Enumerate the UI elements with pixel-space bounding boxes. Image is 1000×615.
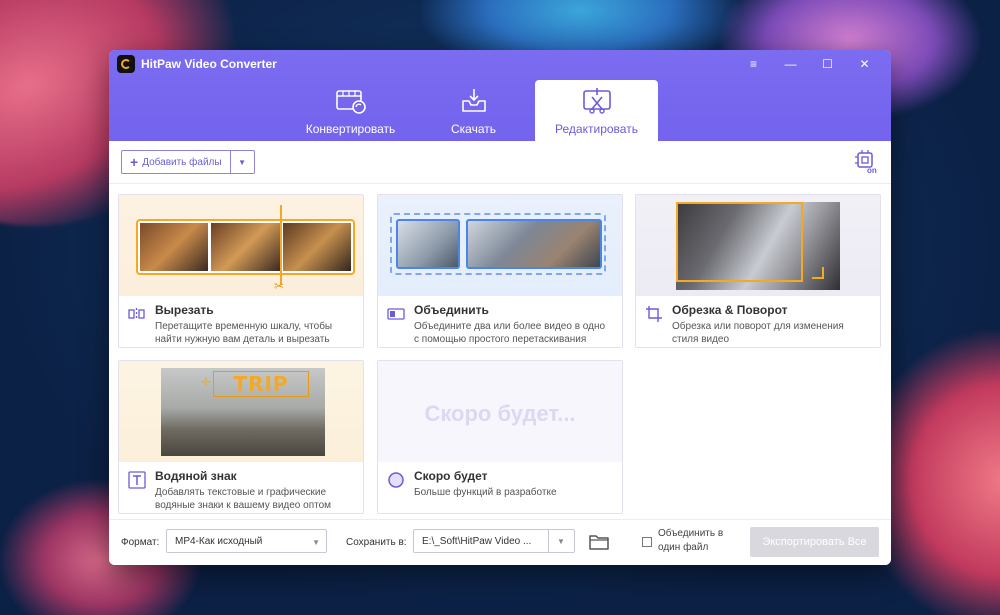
card-description: Объедините два или более видео в одно с …: [414, 320, 612, 346]
save-path-select[interactable]: E:\_Soft\HitPaw Video ... ▼: [413, 529, 575, 553]
desc-line: с помощью простого перетаскивания: [414, 334, 587, 345]
card-title: Водяной знак: [155, 469, 237, 483]
plus-icon: +: [130, 154, 139, 170]
chevron-down-icon: ▼: [548, 530, 574, 552]
card-cut[interactable]: ✂ Вырезать Перетащите временную шкалу, ч…: [118, 194, 364, 348]
watermark-overlay-text: TRIP: [213, 371, 309, 397]
format-label: Формат:: [121, 537, 160, 548]
format-value: MP4-Как исходный: [175, 535, 263, 547]
window-controls: ≡ — ☐ ✕: [735, 54, 883, 74]
coming-soon-placeholder: Скоро будет...: [424, 400, 576, 426]
add-files-dropdown[interactable]: ▼: [229, 151, 254, 173]
scissors-icon: ✂: [274, 279, 285, 293]
watermark-thumbnail: TRIP ✛: [119, 361, 363, 462]
toolbar: + Добавить файлы ▼ on: [109, 141, 891, 184]
desc-line: Добавлять текстовые и графические: [155, 487, 327, 498]
bottom-bar: Формат: MP4-Как исходный ▼ Сохранить в: …: [109, 519, 891, 565]
tab-download-label: Скачать: [451, 122, 496, 136]
tab-convert-label: Конвертировать: [305, 122, 396, 136]
card-description: Перетащите временную шкалу, чтобы найти …: [155, 320, 353, 346]
menu-button[interactable]: ≡: [735, 54, 772, 74]
desc-line: водяные знаки к вашему видео оптом: [155, 500, 332, 511]
desc-line: Перетащите временную шкалу, чтобы: [155, 321, 333, 332]
desc-line: Больше функций в разработке: [414, 487, 557, 498]
folder-icon[interactable]: [589, 533, 609, 556]
coming-soon-circle-icon: [387, 471, 405, 489]
title-bar: HitPaw Video Converter ≡ — ☐ ✕ Конвертир…: [109, 50, 891, 141]
app-logo-icon: [117, 55, 135, 73]
export-all-button[interactable]: Экспортировать Все: [750, 527, 879, 557]
tab-download[interactable]: Скачать: [412, 80, 535, 141]
merge-one-file-checkbox[interactable]: [642, 537, 652, 547]
card-description: Обрезка или поворот для изменения стиля …: [672, 320, 870, 346]
merge-thumbnail: [378, 195, 622, 296]
card-crop-rotate[interactable]: Обрезка & Поворот Обрезка или поворот дл…: [635, 194, 881, 348]
card-title: Вырезать: [155, 303, 214, 317]
desc-line: найти нужную вам деталь и вырезать: [155, 334, 330, 345]
card-title: Объединить: [414, 303, 489, 317]
cut-segments-icon: [128, 305, 146, 323]
hardware-acceleration-on-icon[interactable]: on: [855, 150, 879, 175]
main-tabs: Конвертировать Скачать Редактировать: [289, 80, 658, 141]
hw-on-badge: on: [867, 166, 877, 174]
download-tray-icon: [458, 86, 490, 116]
merge-label-line: Объединить в: [658, 528, 724, 539]
save-to-label: Сохранить в:: [346, 537, 407, 548]
app-window: HitPaw Video Converter ≡ — ☐ ✕ Конвертир…: [109, 50, 891, 565]
cut-thumbnail: ✂: [119, 195, 363, 296]
card-description: Добавлять текстовые и графические водяны…: [155, 486, 353, 512]
card-merge[interactable]: Объединить Объедините два или более виде…: [377, 194, 623, 348]
card-coming-soon: Скоро будет... Скоро будет Больше функци…: [377, 360, 623, 514]
tab-edit-label: Редактировать: [555, 122, 638, 136]
add-files-group: + Добавить файлы ▼: [121, 150, 255, 174]
add-files-label: Добавить файлы: [142, 156, 222, 168]
chevron-down-icon: ▼: [312, 538, 320, 547]
coming-soon-thumbnail: Скоро будет...: [378, 361, 622, 462]
desc-line: Объедините два или более видео в одно: [414, 321, 606, 332]
add-files-button[interactable]: + Добавить файлы: [122, 151, 230, 173]
crop-icon: [645, 305, 663, 323]
merge-label-line: один файл: [658, 542, 709, 553]
edit-scissors-icon: [581, 86, 613, 116]
window-title: HitPaw Video Converter: [141, 57, 277, 71]
merge-one-file-label: Объединить в один файл: [658, 527, 723, 555]
desc-line: Обрезка или поворот для изменения: [672, 321, 844, 332]
crop-thumbnail: [636, 195, 880, 296]
desc-line: стиля видео: [672, 334, 730, 345]
close-button[interactable]: ✕: [846, 54, 883, 74]
film-convert-icon: [335, 86, 367, 116]
card-title: Обрезка & Поворот: [672, 303, 788, 317]
merge-icon: [387, 305, 405, 323]
maximize-button[interactable]: ☐: [809, 54, 846, 74]
format-select[interactable]: MP4-Как исходный ▼: [166, 529, 327, 553]
card-watermark[interactable]: TRIP ✛ Водяной знак Добавлять текстовые …: [118, 360, 364, 514]
move-handle-icon: ✛: [201, 375, 212, 389]
save-path-value: E:\_Soft\HitPaw Video ...: [422, 535, 532, 547]
minimize-button[interactable]: —: [772, 54, 809, 74]
tab-convert[interactable]: Конвертировать: [289, 80, 412, 141]
chevron-down-icon: ▼: [238, 157, 247, 167]
card-description: Больше функций в разработке: [414, 486, 612, 499]
card-title: Скоро будет: [414, 469, 488, 483]
tab-edit[interactable]: Редактировать: [535, 80, 658, 141]
watermark-text-icon: [128, 471, 146, 489]
